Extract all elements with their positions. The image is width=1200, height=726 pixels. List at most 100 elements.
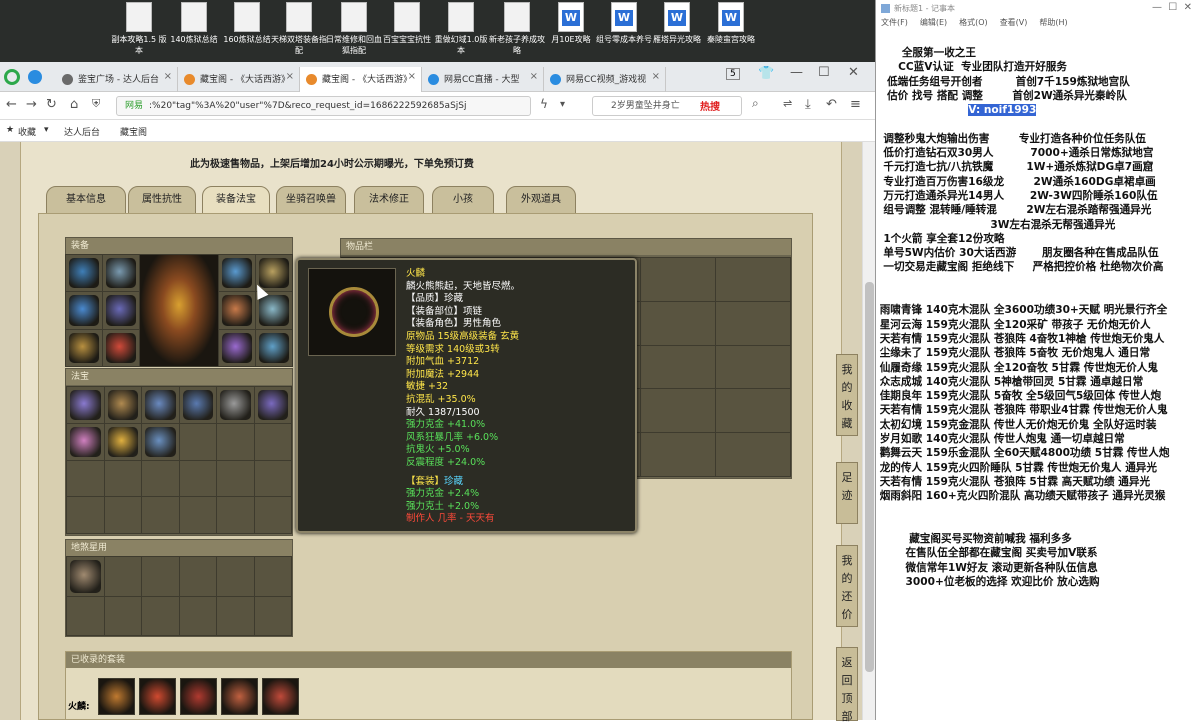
fabao-slot[interactable]	[179, 497, 216, 533]
bolt-icon[interactable]: ϟ	[540, 97, 548, 111]
close-tab-icon[interactable]: ×	[408, 71, 416, 82]
bookmark-cbg[interactable]: 藏宝阁	[120, 125, 147, 138]
fabao-slot[interactable]	[104, 497, 141, 533]
collected-set-item[interactable]	[262, 678, 299, 715]
side-float-button[interactable]: 我 的 还 价	[836, 545, 858, 627]
desktop-file-icon[interactable]: 天梯双塔装备指配	[270, 2, 328, 56]
hot-search-badge[interactable]: 热搜	[700, 98, 720, 113]
inventory-slot[interactable]	[641, 433, 716, 476]
fabao-slot[interactable]	[254, 460, 291, 497]
fabao-slot[interactable]	[67, 497, 104, 533]
desktop-file-icon[interactable]: 秦陵蛮宫攻略	[702, 2, 760, 45]
url-input[interactable]: 网易:%20"tag"%3A%20"user"%7D&reco_request_…	[116, 96, 531, 116]
close-tab-icon[interactable]: ×	[164, 71, 172, 82]
fabao-slot[interactable]	[254, 387, 291, 423]
fabao-slot[interactable]	[67, 423, 104, 460]
game-tab[interactable]: 小孩	[432, 186, 494, 214]
side-float-button[interactable]: 返 回 顶 部	[836, 647, 858, 723]
bead-slot[interactable]	[142, 596, 179, 635]
desktop-file-icon[interactable]: 月10E攻略	[542, 2, 600, 45]
game-tab[interactable]: 法术修正	[354, 186, 424, 214]
scrollbar-thumb[interactable]	[865, 282, 874, 672]
desktop-file-icon[interactable]: 日常维修和回血狐指配	[325, 2, 383, 56]
equipment-slot[interactable]	[103, 255, 139, 292]
fabao-slot[interactable]	[217, 497, 254, 533]
close-window-icon[interactable]: ✕	[848, 65, 859, 80]
close-tab-icon[interactable]: ×	[530, 71, 538, 82]
notepad-text-area[interactable]: 全服第一收之王 CC蓝V认证 专业团队打造开好服务 低端任务组号开创者 首创7千…	[876, 46, 1200, 589]
notepad-menu-item[interactable]: 编辑(E)	[920, 18, 947, 27]
fabao-slot[interactable]	[217, 423, 254, 460]
back-icon[interactable]: ←	[6, 97, 17, 112]
equipment-slot[interactable]	[219, 329, 255, 366]
fabao-slot[interactable]	[142, 387, 179, 423]
notepad-window-controls[interactable]: — ☐ ✕	[1152, 2, 1192, 13]
collected-set-item[interactable]	[98, 678, 135, 715]
bookmark-star-icon[interactable]: ★	[6, 125, 14, 135]
inventory-slot[interactable]	[716, 389, 790, 433]
close-tab-icon[interactable]: ×	[652, 71, 660, 82]
download-icon[interactable]: ⤓	[805, 97, 811, 112]
side-float-button[interactable]: 足 迹	[836, 462, 858, 524]
forward-icon[interactable]: →	[26, 97, 37, 112]
desktop-file-icon[interactable]: 雁塔异光攻略	[648, 2, 706, 45]
fabao-slot[interactable]	[217, 460, 254, 497]
fabao-slot[interactable]	[104, 460, 141, 497]
translate-icon[interactable]: ⇌	[783, 97, 792, 110]
side-float-button[interactable]: 我 的 收 藏	[836, 354, 858, 436]
browser-tab[interactable]: 藏宝阁 - 《大话西游》 ×	[178, 67, 300, 92]
desktop-file-icon[interactable]: 副本攻略1.5 版本	[110, 2, 168, 56]
browser-tab[interactable]: 网易CC直播 - 大型 ×	[422, 67, 544, 92]
bead-slot[interactable]	[179, 557, 216, 596]
equipment-slot[interactable]	[219, 292, 255, 329]
notepad-menu-item[interactable]: 查看(V)	[1000, 18, 1028, 27]
game-tab[interactable]: 属性抗性	[128, 186, 196, 214]
desktop-file-icon[interactable]: 140炼狱总结	[165, 2, 223, 45]
collected-set-item[interactable]	[139, 678, 176, 715]
notepad-menu-item[interactable]: 帮助(H)	[1039, 18, 1067, 27]
desktop-file-icon[interactable]: 新老孩子养成攻略	[488, 2, 546, 56]
browser-tab[interactable]: 网易CC视频_游戏视 ×	[544, 67, 666, 92]
game-tab[interactable]: 坐骑召唤兽	[276, 186, 346, 214]
browser-tab[interactable]: 藏宝阁 - 《大话西游》 ×	[300, 67, 422, 92]
bead-slot[interactable]	[67, 557, 104, 596]
inventory-slot[interactable]	[716, 258, 790, 301]
browser-tab[interactable]: 鉴宝广场 - 达人后台 ×	[56, 67, 178, 92]
game-tab[interactable]: 基本信息	[46, 186, 126, 214]
equipment-slot[interactable]	[66, 329, 102, 366]
tab-count[interactable]: 5	[726, 68, 740, 80]
bookmark-favorites[interactable]: 收藏	[18, 125, 36, 138]
collected-set-item[interactable]	[221, 678, 258, 715]
bookmark-dropdown-icon[interactable]: ▾	[44, 125, 49, 135]
inventory-slot[interactable]	[641, 389, 716, 433]
menu-icon[interactable]: ≡	[850, 97, 861, 112]
bead-slot[interactable]	[104, 596, 141, 635]
notepad-menu-item[interactable]: 格式(O)	[959, 18, 988, 27]
inventory-slot[interactable]	[716, 345, 790, 389]
dropdown-icon[interactable]: ▾	[560, 99, 565, 110]
inventory-slot[interactable]	[716, 301, 790, 345]
bead-slot[interactable]	[217, 596, 254, 635]
bead-slot[interactable]	[67, 596, 104, 635]
bookmark-talent[interactable]: 达人后台	[64, 125, 100, 138]
inventory-slot[interactable]	[716, 433, 790, 476]
equipment-slot[interactable]	[66, 255, 102, 292]
fabao-slot[interactable]	[142, 423, 179, 460]
reload-icon[interactable]: ↻	[46, 97, 57, 112]
fabao-slot[interactable]	[67, 460, 104, 497]
desktop-file-icon[interactable]: 重做幻域1.0版本	[432, 2, 490, 56]
fabao-slot[interactable]	[254, 423, 291, 460]
home-icon[interactable]: ⌂	[70, 97, 78, 112]
undo-icon[interactable]: ↶	[826, 97, 837, 112]
bead-slot[interactable]	[254, 557, 291, 596]
equipment-slot[interactable]	[256, 329, 292, 366]
equipment-slot[interactable]	[66, 292, 102, 329]
game-tab[interactable]: 外观道具	[506, 186, 576, 214]
fabao-slot[interactable]	[104, 387, 141, 423]
maximize-icon[interactable]: ☐	[818, 65, 830, 80]
collected-set-item[interactable]	[180, 678, 217, 715]
fabao-slot[interactable]	[179, 460, 216, 497]
bead-slot[interactable]	[254, 596, 291, 635]
search-icon[interactable]: ⌕	[752, 96, 759, 111]
page-scrollbar[interactable]	[862, 142, 875, 720]
